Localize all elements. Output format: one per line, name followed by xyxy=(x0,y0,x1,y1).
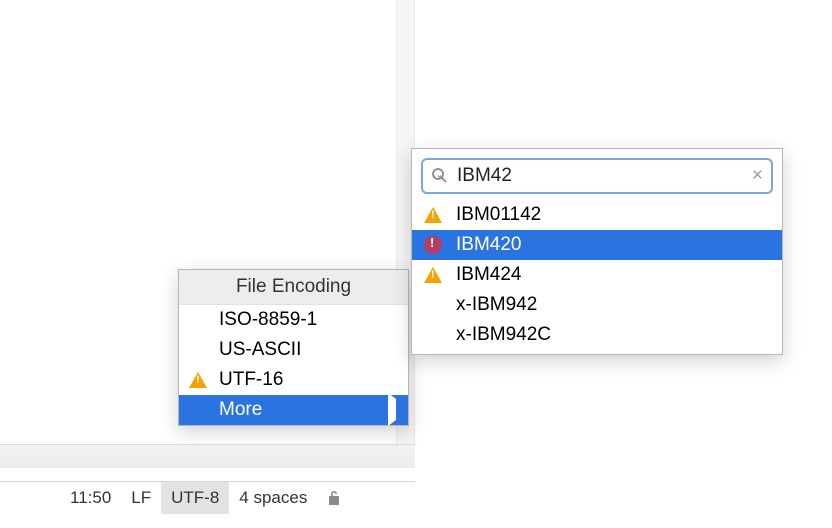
status-indent[interactable]: 4 spaces xyxy=(229,482,317,514)
result-item[interactable]: x-IBM942C xyxy=(412,320,782,350)
result-label: IBM424 xyxy=(454,264,521,286)
file-encoding-popup: File Encoding ISO-8859-1 US-ASCII UTF-16… xyxy=(178,269,409,426)
result-label: x-IBM942C xyxy=(454,324,551,346)
encoding-item-ascii[interactable]: US-ASCII xyxy=(179,335,408,365)
lock-icon[interactable] xyxy=(317,482,351,514)
result-label: IBM420 xyxy=(454,234,521,256)
search-icon xyxy=(431,167,449,185)
clear-icon[interactable]: × xyxy=(752,165,763,187)
result-item[interactable]: IBM01142 xyxy=(412,200,782,230)
encoding-search-popup: × IBM01142 IBM420 IBM424 x-IBM942 x-IBM9… xyxy=(411,148,783,355)
encoding-item-label: UTF-16 xyxy=(215,369,283,391)
warning-icon xyxy=(424,267,454,283)
result-label: x-IBM942 xyxy=(454,294,537,316)
horizontal-scrollbar-track[interactable] xyxy=(0,444,415,468)
warning-icon xyxy=(424,207,454,223)
encoding-item-label: More xyxy=(189,399,262,421)
result-item[interactable]: IBM424 xyxy=(412,260,782,290)
encoding-item-utf16[interactable]: UTF-16 xyxy=(179,365,408,395)
encoding-item-more[interactable]: More xyxy=(179,395,408,425)
result-item[interactable]: x-IBM942 xyxy=(412,290,782,320)
result-item-selected[interactable]: IBM420 xyxy=(412,230,782,260)
search-box[interactable]: × xyxy=(421,158,773,194)
error-icon xyxy=(424,236,454,254)
encoding-item-iso[interactable]: ISO-8859-1 xyxy=(179,305,408,335)
result-label: IBM01142 xyxy=(454,204,541,226)
encoding-item-label: ISO-8859-1 xyxy=(215,309,317,331)
warning-icon xyxy=(189,372,215,388)
popup-title: File Encoding xyxy=(179,270,408,305)
submenu-arrow-icon xyxy=(388,399,396,421)
search-input[interactable] xyxy=(449,165,752,187)
status-encoding[interactable]: UTF-8 xyxy=(161,482,229,514)
status-line-separator[interactable]: LF xyxy=(121,482,161,514)
status-time[interactable]: 11:50 xyxy=(60,482,121,514)
encoding-item-label: US-ASCII xyxy=(215,339,301,361)
status-bar: 11:50 LF UTF-8 4 spaces xyxy=(0,481,415,514)
